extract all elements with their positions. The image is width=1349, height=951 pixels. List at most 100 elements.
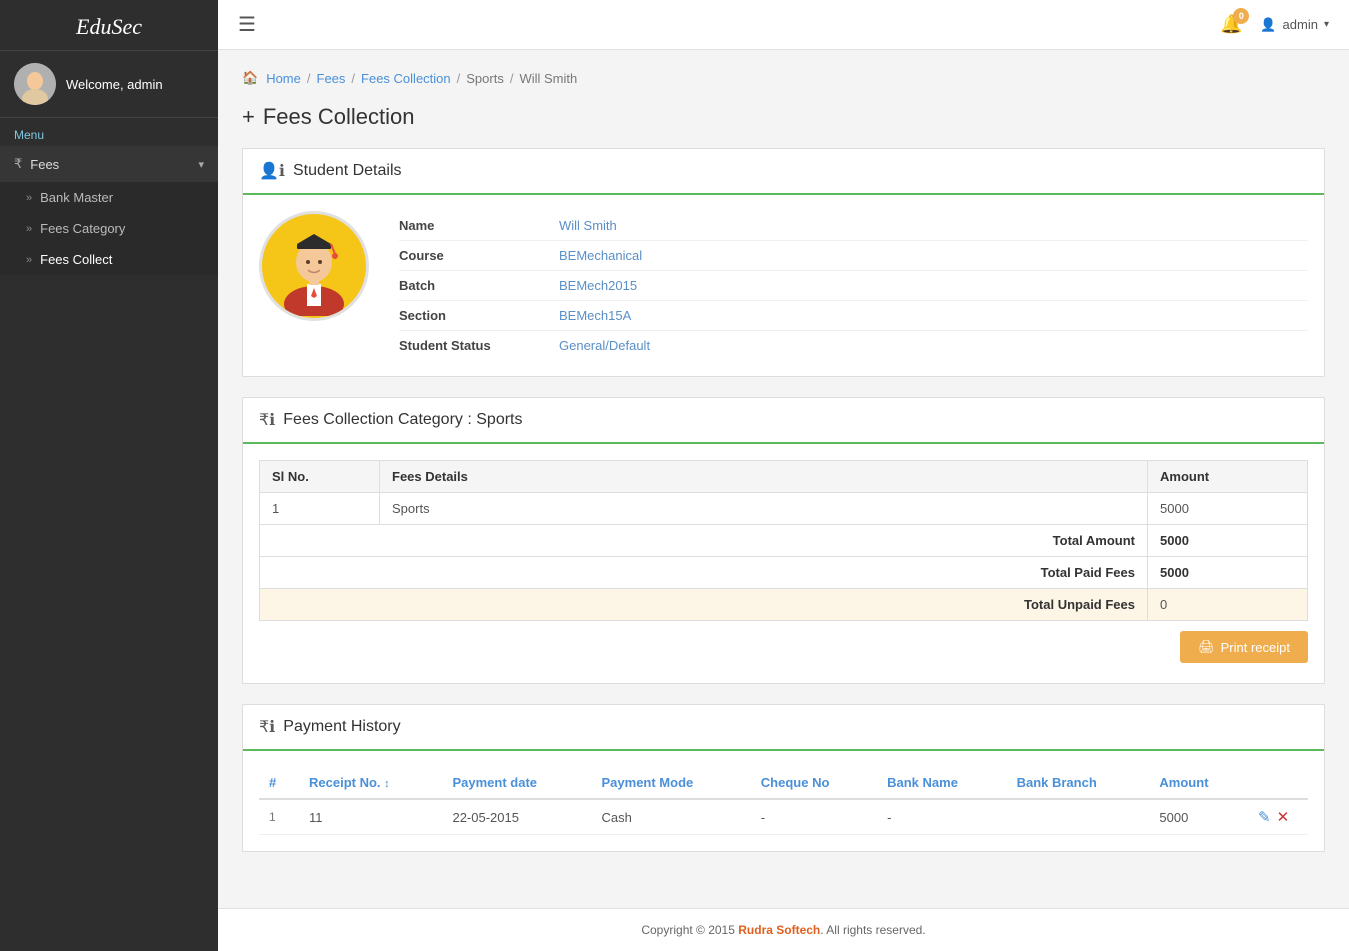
- student-icon: 👤ℹ: [259, 161, 285, 181]
- print-receipt-button[interactable]: 🖨 Print receipt: [1180, 631, 1308, 663]
- admin-menu[interactable]: 👤 admin ▾: [1260, 17, 1329, 33]
- rupee-icon: ₹: [14, 156, 22, 172]
- print-btn-label: Print receipt: [1221, 640, 1290, 655]
- notification-icon[interactable]: 🔔 0: [1220, 14, 1242, 35]
- main-content: ☰ 🔔 0 👤 admin ▾ 🏠 Home / Fees: [218, 0, 1349, 951]
- col-fees-details: Fees Details: [380, 461, 1148, 493]
- page-title-text: Fees Collection: [263, 104, 415, 130]
- fees-category-body: Sl No. Fees Details Amount 1 Sports 5000: [243, 444, 1324, 683]
- content-area: 🏠 Home / Fees / Fees Collection / Sports…: [218, 50, 1349, 908]
- rupee-info-icon: ₹ℹ: [259, 410, 275, 430]
- col-receipt-no[interactable]: Receipt No. ↕: [299, 767, 442, 799]
- col-payment-mode: Payment Mode: [592, 767, 751, 799]
- payment-history-card: ₹ℹ Payment History # Receipt No.: [242, 704, 1325, 852]
- total-paid-value: 5000: [1148, 557, 1308, 589]
- fees-row-1: 1 Sports 5000: [260, 493, 1308, 525]
- breadcrumb-home[interactable]: Home: [266, 71, 301, 86]
- breadcrumb-sep-4: /: [510, 71, 514, 86]
- student-photo-circle: [259, 211, 369, 321]
- footer: Copyright © 2015 Rudra Softech. All righ…: [218, 908, 1349, 951]
- batch-label: Batch: [399, 278, 559, 293]
- breadcrumb-sep-1: /: [307, 71, 311, 86]
- caret-down-icon: ▾: [1324, 19, 1329, 30]
- row1-sl: 1: [260, 493, 380, 525]
- col-bank-branch: Bank Branch: [1007, 767, 1150, 799]
- col-cheque-no: Cheque No: [751, 767, 877, 799]
- payment-history-header: ₹ℹ Payment History: [243, 705, 1324, 751]
- student-details-card: 👤ℹ Student Details: [242, 148, 1325, 377]
- row1-amount: 5000: [1148, 493, 1308, 525]
- student-info-table: Name Will Smith Course BEMechanical Batc…: [399, 211, 1308, 360]
- status-value: General/Default: [559, 338, 650, 353]
- student-card-header: 👤ℹ Student Details: [243, 149, 1324, 195]
- sidebar-item-fees-category[interactable]: » Fees Category: [0, 213, 218, 244]
- sidebar-item-fees-collect[interactable]: » Fees Collect: [0, 244, 218, 275]
- avatar: [14, 63, 56, 105]
- total-amount-value: 5000: [1148, 525, 1308, 557]
- payment-receipt-no: 11: [299, 799, 442, 835]
- payment-mode: Cash: [592, 799, 751, 835]
- edit-icon[interactable]: ✎: [1258, 808, 1271, 826]
- col-actions: [1248, 767, 1308, 799]
- printer-icon: 🖨: [1198, 639, 1215, 655]
- footer-company-link[interactable]: Rudra Softech: [738, 923, 820, 937]
- delete-icon[interactable]: ✕: [1277, 808, 1290, 826]
- student-header-label: Student Details: [293, 162, 402, 180]
- breadcrumb-fees[interactable]: Fees: [317, 71, 346, 86]
- notification-badge: 0: [1233, 8, 1249, 24]
- student-course-row: Course BEMechanical: [399, 241, 1308, 271]
- sidebar: EduSec Welcome, admin Menu ₹ Fees ▾ »: [0, 0, 218, 951]
- print-btn-row: 🖨 Print receipt: [259, 621, 1308, 667]
- fees-label: Fees: [30, 157, 198, 172]
- breadcrumb-sep-2: /: [351, 71, 355, 86]
- section-label: Section: [399, 308, 559, 323]
- col-amount: Amount: [1148, 461, 1308, 493]
- payment-header-label: Payment History: [283, 718, 400, 736]
- fees-category-label: Fees Category: [40, 221, 125, 236]
- total-unpaid-label: Total Unpaid Fees: [260, 589, 1148, 621]
- payment-icon: ₹ℹ: [259, 717, 275, 737]
- student-batch-row: Batch BEMech2015: [399, 271, 1308, 301]
- col-payment-date: Payment date: [442, 767, 591, 799]
- payment-table: # Receipt No. ↕ Payment date Payment Mod…: [259, 767, 1308, 835]
- fees-collect-label: Fees Collect: [40, 252, 112, 267]
- payment-actions: ✎ ✕: [1248, 799, 1308, 835]
- name-label: Name: [399, 218, 559, 233]
- payment-history-body: # Receipt No. ↕ Payment date Payment Mod…: [243, 751, 1324, 851]
- fees-category-header: ₹ℹ Fees Collection Category : Sports: [243, 398, 1324, 444]
- chevron-right-icon: »: [26, 254, 32, 266]
- navbar-right: 🔔 0 👤 admin ▾: [1220, 14, 1329, 35]
- breadcrumb: 🏠 Home / Fees / Fees Collection / Sports…: [242, 70, 1325, 86]
- fees-section-header[interactable]: ₹ Fees ▾: [0, 146, 218, 182]
- payment-bank-branch: [1007, 799, 1150, 835]
- payment-hash: 1: [259, 799, 299, 835]
- payment-date: 22-05-2015: [442, 799, 591, 835]
- total-unpaid-value: 0: [1148, 589, 1308, 621]
- breadcrumb-fees-collection[interactable]: Fees Collection: [361, 71, 451, 86]
- student-status-row: Student Status General/Default: [399, 331, 1308, 360]
- sidebar-username: Welcome, admin: [66, 77, 163, 92]
- total-unpaid-row: Total Unpaid Fees 0: [260, 589, 1308, 621]
- action-icons: ✎ ✕: [1258, 808, 1298, 826]
- hamburger-button[interactable]: ☰: [238, 12, 256, 37]
- home-icon: 🏠: [242, 70, 258, 86]
- page-title: + Fees Collection: [242, 104, 1325, 130]
- fees-section: ₹ Fees ▾ » Bank Master » Fees Category »…: [0, 146, 218, 275]
- payment-cheque: -: [751, 799, 877, 835]
- fees-category-card: ₹ℹ Fees Collection Category : Sports Sl …: [242, 397, 1325, 684]
- student-details-grid: Name Will Smith Course BEMechanical Batc…: [259, 211, 1308, 360]
- user-icon: 👤: [1260, 17, 1276, 33]
- breadcrumb-sep-3: /: [457, 71, 461, 86]
- payment-row-1: 1 11 22-05-2015 Cash - - 5000 ✎: [259, 799, 1308, 835]
- sidebar-item-bank-master[interactable]: » Bank Master: [0, 182, 218, 213]
- admin-name: admin: [1283, 17, 1318, 32]
- bank-master-label: Bank Master: [40, 190, 113, 205]
- course-value: BEMechanical: [559, 248, 642, 263]
- section-value: BEMech15A: [559, 308, 631, 323]
- student-name-row: Name Will Smith: [399, 211, 1308, 241]
- chevron-down-icon: ▾: [198, 158, 204, 171]
- chevron-right-icon: »: [26, 192, 32, 204]
- menu-label: Menu: [0, 118, 218, 146]
- student-section-row: Section BEMech15A: [399, 301, 1308, 331]
- col-hash: #: [259, 767, 299, 799]
